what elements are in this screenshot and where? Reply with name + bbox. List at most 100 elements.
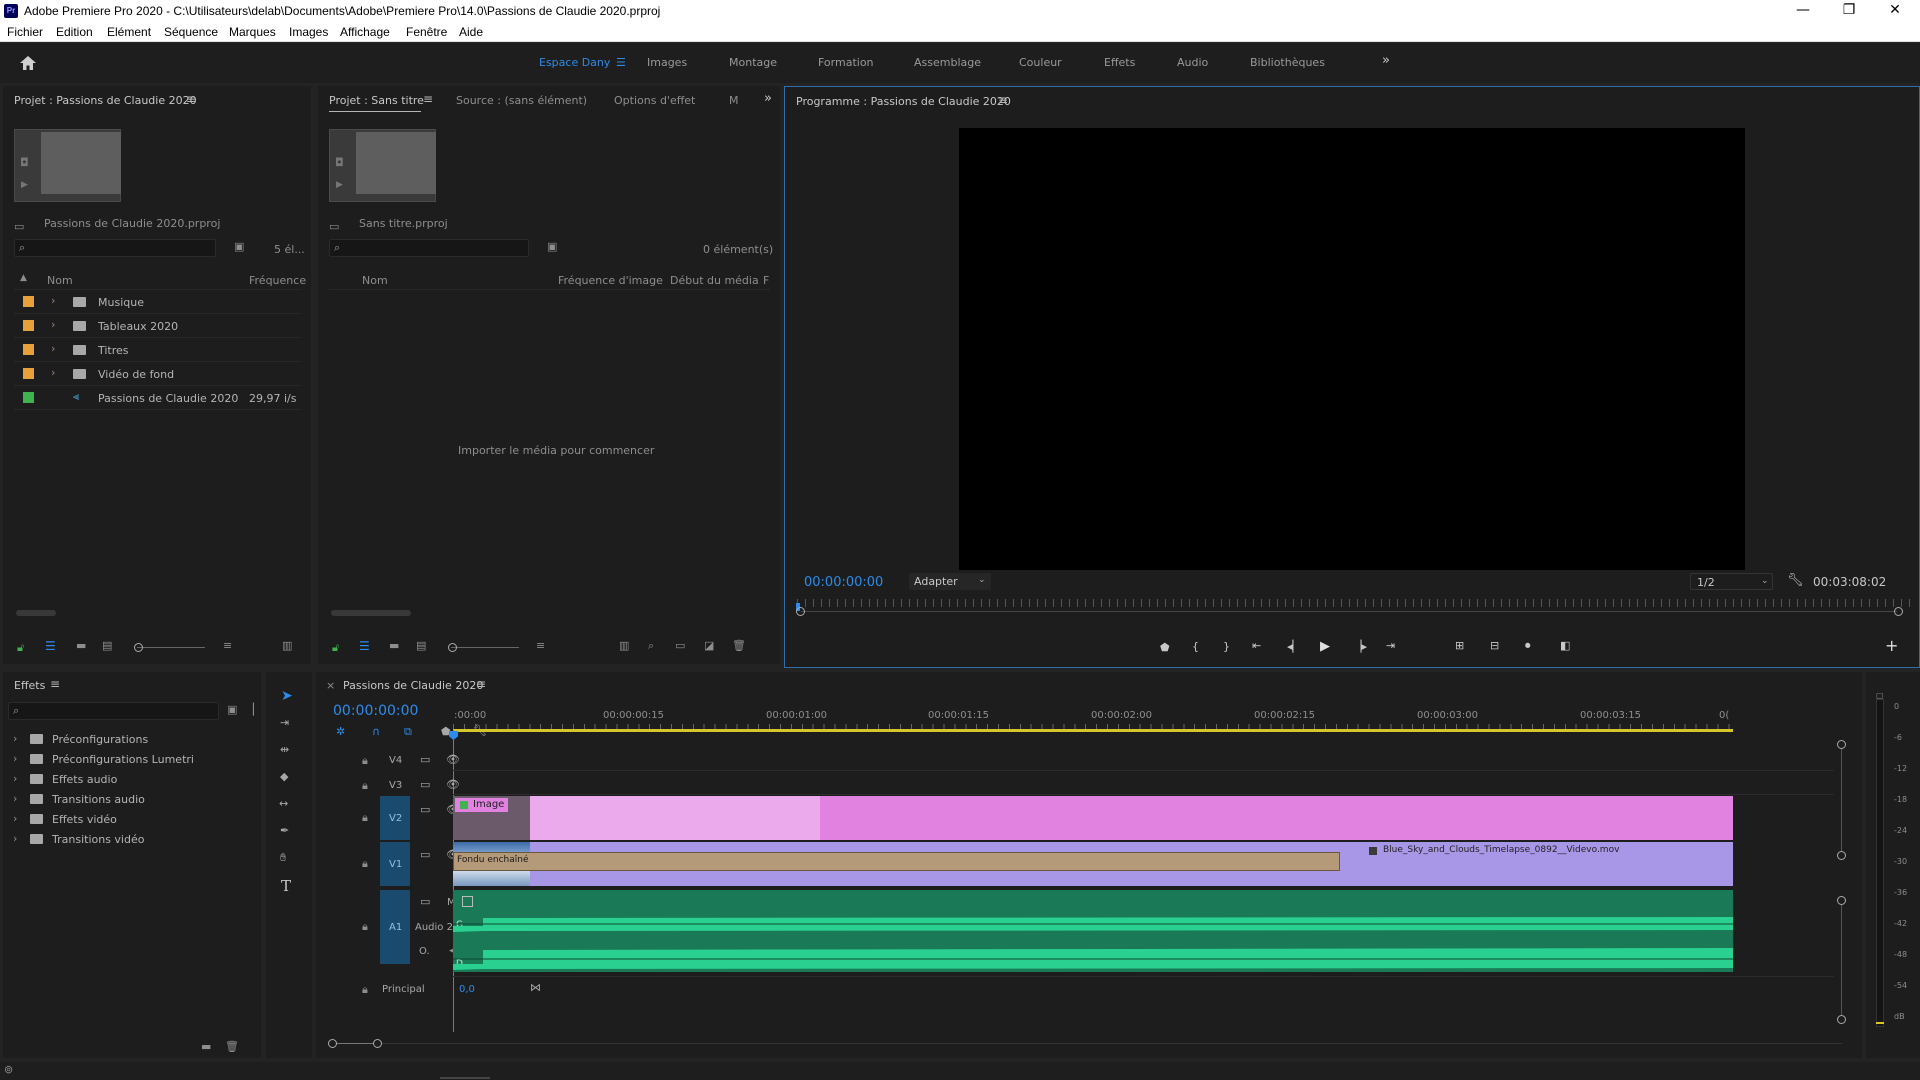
keyframe-toggle[interactable]: O. xyxy=(419,946,430,957)
go-to-out-icon[interactable]: ⇥ xyxy=(1386,639,1395,652)
playhead-handle[interactable] xyxy=(449,731,458,740)
maximize-button[interactable]: ❐ xyxy=(1826,0,1872,22)
effects-panel-title[interactable]: Effets xyxy=(14,679,45,692)
new-item-icon[interactable]: ◪ xyxy=(704,639,714,652)
sort-icons-icon[interactable]: ≡ xyxy=(223,639,232,652)
find-icon[interactable]: ⌕ xyxy=(648,639,654,653)
column-name[interactable]: Nom xyxy=(47,274,73,287)
zoom-slider[interactable] xyxy=(451,647,519,648)
lock-icon[interactable]: 🔒︎ xyxy=(362,857,368,871)
list-item[interactable]: › Transitions audio xyxy=(8,790,256,810)
new-bin-icon[interactable]: ▣ xyxy=(547,240,557,253)
timeline-zoom-handle-left[interactable] xyxy=(328,1039,337,1048)
menu-images[interactable]: Images xyxy=(289,25,328,39)
image-clip[interactable]: Image xyxy=(453,796,1733,840)
mark-in-icon[interactable]: { xyxy=(1192,640,1199,653)
list-item[interactable]: › Effets audio xyxy=(8,770,256,790)
panel-menu-icon[interactable]: ≡ xyxy=(186,92,196,106)
go-to-in-icon[interactable]: ⇤ xyxy=(1252,639,1261,652)
workspace-assemblage[interactable]: Assemblage xyxy=(914,56,981,69)
menu-affichage[interactable]: Affichage xyxy=(340,25,390,39)
program-monitor-title[interactable]: Programme : Passions de Claudie 2020 xyxy=(796,95,1011,108)
label-color-swatch[interactable] xyxy=(23,344,34,355)
audio-clip[interactable]: G D xyxy=(453,890,1733,972)
lock-icon[interactable]: 🔓︎ xyxy=(17,641,24,655)
sort-icon[interactable]: ▲ xyxy=(20,273,27,283)
more-icon[interactable]: ▏ xyxy=(253,703,261,716)
column-media-start[interactable]: Début du média xyxy=(670,274,759,287)
hand-tool-icon[interactable]: ✋︎ xyxy=(280,851,286,865)
lock-icon[interactable]: 🔒︎ xyxy=(362,779,368,793)
label-color-swatch[interactable] xyxy=(23,320,34,331)
timeline-timecode[interactable]: 00:00:00:00 xyxy=(333,703,418,719)
comparison-view-icon[interactable]: ◧ xyxy=(1560,639,1570,652)
expand-chevron-icon[interactable]: › xyxy=(13,772,17,785)
add-marker-icon[interactable]: ⬟ xyxy=(1160,641,1170,654)
timeline-sequence-tab[interactable]: Passions de Claudie 2020 xyxy=(343,679,483,692)
column-frame-rate[interactable]: Fréquence d'image xyxy=(558,274,663,287)
label-color-swatch[interactable] xyxy=(23,368,34,379)
snap-icon[interactable]: ∩ xyxy=(372,725,380,738)
horizontal-scrollbar[interactable] xyxy=(16,610,56,616)
zoom-handle-left[interactable] xyxy=(796,607,805,616)
sort-icons-icon[interactable]: ≡ xyxy=(536,639,545,652)
panel-menu-icon[interactable]: ≡ xyxy=(50,677,60,691)
expand-chevron-icon[interactable]: › xyxy=(13,792,17,805)
fondu-transition[interactable]: Fondu enchaîné xyxy=(453,852,1340,871)
selection-tool-icon[interactable]: ➤ xyxy=(281,688,293,704)
workspace-menu-icon[interactable]: ☰ xyxy=(616,56,626,69)
icon-view-icon[interactable]: ▬ xyxy=(76,639,86,652)
vertical-zoom-handle[interactable] xyxy=(1837,851,1846,860)
column-rate[interactable]: Fréquence xyxy=(249,274,306,287)
tab-options-effet[interactable]: Options d'effet xyxy=(614,94,695,107)
nest-icon[interactable]: ✲ xyxy=(336,725,345,738)
eye-icon[interactable]: 👁︎ xyxy=(446,778,460,791)
step-forward-icon[interactable]: ▕▸ xyxy=(1353,640,1367,653)
eye-icon[interactable]: 👁︎ xyxy=(446,753,460,766)
status-icon[interactable]: ⊚ xyxy=(4,1063,13,1076)
new-bin-icon[interactable]: ▣ xyxy=(234,240,244,253)
lift-icon[interactable]: ⊞ xyxy=(1455,639,1464,652)
workspace-espace-dany[interactable]: Espace Dany xyxy=(539,56,610,69)
label-color-swatch[interactable] xyxy=(23,296,34,307)
panel-menu-icon[interactable]: ≡ xyxy=(998,93,1008,107)
zoom-slider-handle[interactable] xyxy=(134,643,143,652)
razor-tool-icon[interactable]: ◆ xyxy=(280,770,288,783)
workspace-formation[interactable]: Formation xyxy=(818,56,874,69)
master-volume-value[interactable]: 0,0 xyxy=(459,984,475,995)
ripple-edit-tool-icon[interactable]: ⇹ xyxy=(280,743,289,756)
menu-fichier[interactable]: Fichier xyxy=(7,25,43,39)
work-area-bar[interactable] xyxy=(453,729,1733,732)
program-time-ruler[interactable] xyxy=(797,599,1911,607)
type-tool-icon[interactable]: T xyxy=(281,877,291,895)
zoom-scroll-bar[interactable] xyxy=(801,611,1897,612)
track-v1-label[interactable]: V1 xyxy=(389,859,402,870)
list-item[interactable]: › Musique xyxy=(14,290,301,314)
workspace-montage[interactable]: Montage xyxy=(729,56,777,69)
effects-search-input[interactable]: ⌕ xyxy=(8,702,219,720)
horizontal-scrollbar[interactable] xyxy=(331,610,411,616)
list-item[interactable]: › Transitions vidéo xyxy=(8,830,256,850)
panel-menu-icon[interactable]: ≡ xyxy=(476,677,486,691)
workspace-audio[interactable]: Audio xyxy=(1177,56,1208,69)
panel-menu-icon[interactable]: ≡ xyxy=(423,92,433,106)
menu-aide[interactable]: Aide xyxy=(459,25,483,39)
lock-icon[interactable]: 🔒︎ xyxy=(362,983,368,997)
automate-icon[interactable]: ▥ xyxy=(619,639,629,652)
panel-overflow-icon[interactable]: » xyxy=(764,91,772,106)
timeline-ruler[interactable]: :00:00 00:00:00:15 00:00:01:00 00:00:01:… xyxy=(453,702,1833,730)
clip-transition[interactable] xyxy=(530,796,820,840)
close-button[interactable]: ✕ xyxy=(1872,0,1918,22)
sync-lock-icon[interactable]: ▭ xyxy=(420,895,430,908)
column-more[interactable]: F xyxy=(763,274,769,287)
step-back-icon[interactable]: ◂▏ xyxy=(1287,640,1301,653)
play-button-icon[interactable]: ▶ xyxy=(1320,639,1330,654)
video-clip[interactable]: Fondu enchaîné Blue_Sky_and_Clouds_Timel… xyxy=(453,842,1733,886)
menu-element[interactable]: Elément xyxy=(107,25,151,39)
expand-chevron-icon[interactable]: › xyxy=(51,342,55,355)
menu-sequence[interactable]: Séquence xyxy=(164,25,218,39)
icon-view-icon[interactable]: ▬ xyxy=(389,639,399,652)
timeline-zoom-handle-right[interactable] xyxy=(373,1039,382,1048)
freeform-view-icon[interactable]: ▤ xyxy=(102,639,112,652)
expand-chevron-icon[interactable]: › xyxy=(13,832,17,845)
